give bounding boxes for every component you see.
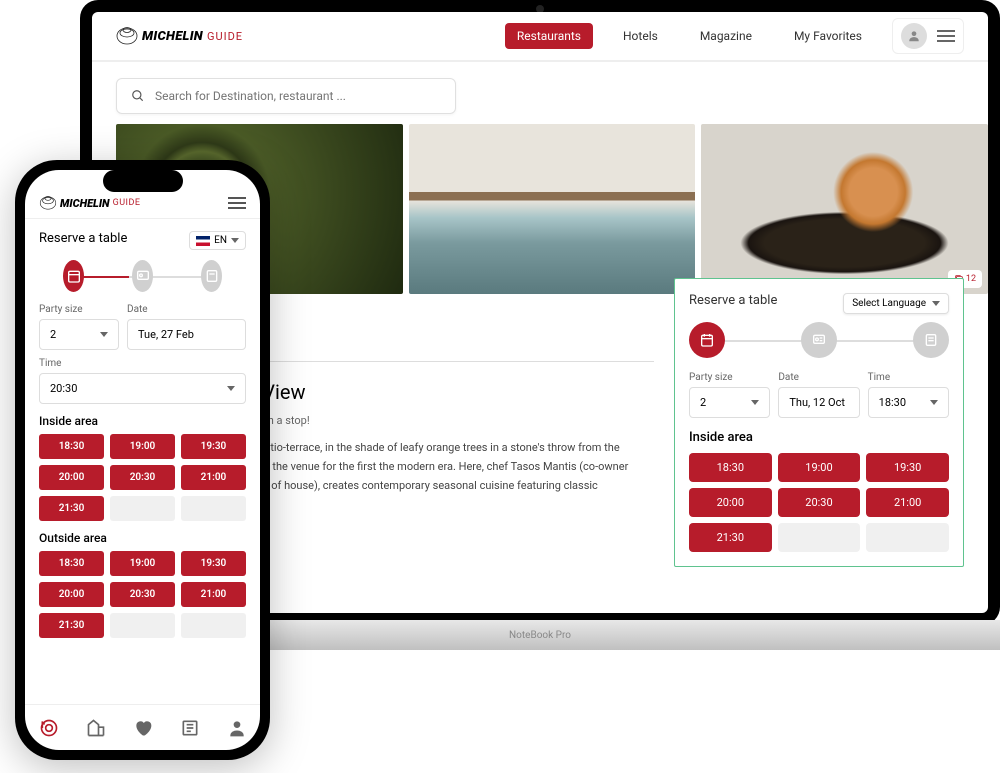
time-slot-empty [110,496,175,521]
date-label: Date [778,372,859,383]
time-slot[interactable]: 19:30 [181,551,246,576]
search-icon [131,89,145,103]
chevron-down-icon [100,332,108,337]
fields-row: Party size 2 Date Thu, 12 Oct Time 18:30 [689,372,949,418]
mobile-inside-slots: 18:3019:0019:30 20:0020:3021:00 21:30 [39,434,246,521]
time-slot[interactable]: 19:00 [110,434,175,459]
michelin-bibendum-icon [39,196,57,210]
party-label: Party size [689,372,770,383]
phone-screen: MICHELIN GUIDE EN Reserve a table [25,170,260,750]
time-slot[interactable]: 20:00 [39,465,104,490]
nav-restaurants[interactable]: Restaurants [505,23,593,49]
nav-hotels[interactable]: Hotels [611,23,670,49]
mobile-brand-logo[interactable]: MICHELIN GUIDE [39,196,141,210]
time-slot[interactable]: 19:30 [181,434,246,459]
time-slot[interactable]: 18:30 [689,453,772,482]
phone-frame: MICHELIN GUIDE EN Reserve a table [15,160,270,760]
user-menu[interactable] [892,18,964,54]
time-label: Time [868,372,949,383]
booking-stepper [689,322,949,358]
time-slot[interactable]: 21:00 [866,488,949,517]
nav-magazine[interactable]: Magazine [688,23,764,49]
date-select[interactable]: Thu, 12 Oct [778,387,859,418]
time-slot[interactable]: 18:30 [39,551,104,576]
time-slot-empty [778,523,861,552]
tab-favorites[interactable] [132,717,154,739]
mobile-time-select[interactable]: 20:30 [39,373,246,404]
brand-name: MICHELIN [142,29,203,44]
tab-magazine[interactable] [179,717,201,739]
chevron-down-icon [227,386,235,391]
time-slot-empty [181,613,246,638]
chevron-down-icon [932,301,940,306]
tab-hotels[interactable] [85,717,107,739]
uk-flag-icon [196,236,210,246]
time-slot-empty [110,613,175,638]
mobile-party-select[interactable]: 2 [39,319,119,350]
search-bar-wrap [92,62,988,124]
hamburger-icon [937,30,955,42]
mobile-step-date[interactable] [63,260,84,292]
time-slot[interactable]: 21:00 [181,465,246,490]
gallery-image-3[interactable]: 12 [701,124,988,294]
step-date[interactable] [689,322,725,358]
brand-suffix: GUIDE [207,30,243,43]
time-slot-empty [866,523,949,552]
phone-notch [103,170,183,192]
time-slot[interactable]: 21:30 [39,496,104,521]
time-slot[interactable]: 21:30 [39,613,104,638]
chevron-down-icon [231,238,239,243]
chevron-down-icon [751,400,759,405]
brand-logo[interactable]: MICHELIN GUIDE [116,27,243,45]
reserve-widget-desktop: Select Language Reserve a table Party si… [674,278,964,567]
language-selector[interactable]: Select Language [843,293,949,314]
time-slot[interactable]: 20:30 [110,582,175,607]
time-select[interactable]: 18:30 [868,387,949,418]
mobile-menu-button[interactable] [228,197,246,209]
time-slot[interactable]: 21:00 [181,582,246,607]
time-slot[interactable]: 19:00 [778,453,861,482]
time-slot[interactable]: 20:00 [39,582,104,607]
mobile-tabbar [25,704,260,750]
mobile-body: EN Reserve a table Party size 2 [25,219,260,704]
desktop-inside-slots: 18:3019:0019:30 20:0020:3021:00 21:30 [689,453,949,552]
time-slot[interactable]: 20:30 [778,488,861,517]
time-slot[interactable]: 19:00 [110,551,175,576]
area-inside-label: Inside area [689,430,949,445]
mobile-date-select[interactable]: Tue, 27 Feb [127,319,246,350]
search-input[interactable] [155,89,441,103]
chevron-down-icon [930,400,938,405]
time-slot[interactable]: 21:30 [689,523,772,552]
navbar: MICHELIN GUIDE Restaurants Hotels Magazi… [92,12,988,62]
mobile-outside-label: Outside area [39,531,246,545]
nav-favorites[interactable]: My Favorites [782,23,874,49]
time-slot[interactable]: 20:30 [110,465,175,490]
step-confirm[interactable] [913,322,949,358]
step-details[interactable] [801,322,837,358]
michelin-bibendum-icon [116,27,138,45]
time-slot-empty [181,496,246,521]
mobile-outside-slots: 18:3019:0019:30 20:0020:3021:00 21:30 [39,551,246,638]
mobile-step-confirm[interactable] [201,260,222,292]
mobile-step-details[interactable] [132,260,153,292]
time-slot[interactable]: 20:00 [689,488,772,517]
mobile-inside-label: Inside area [39,414,246,428]
mobile-language-selector[interactable]: EN [189,231,246,250]
mobile-fields-row1: Party size 2 Date Tue, 27 Feb [39,304,246,350]
tab-restaurants[interactable] [38,717,60,739]
avatar-icon [901,23,927,49]
party-size-select[interactable]: 2 [689,387,770,418]
phone-bezel: MICHELIN GUIDE EN Reserve a table [15,160,270,760]
search-box[interactable] [116,78,456,114]
time-slot[interactable]: 19:30 [866,453,949,482]
time-slot[interactable]: 18:30 [39,434,104,459]
tab-profile[interactable] [226,717,248,739]
gallery-image-2[interactable] [409,124,696,294]
mobile-stepper [39,260,246,292]
